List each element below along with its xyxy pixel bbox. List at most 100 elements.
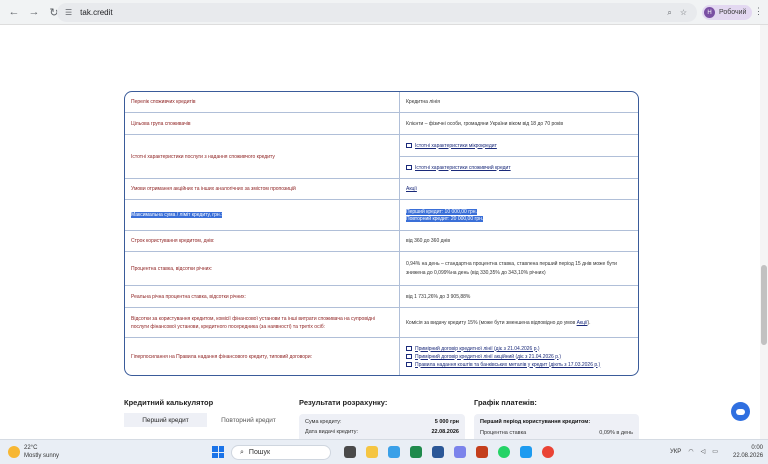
table-row: Строк користування кредитом, днів: від 3… (125, 231, 638, 252)
calculator-title: Кредитний калькулятор (124, 398, 214, 407)
document-icon (406, 362, 412, 367)
clock-time: 0:00 (751, 445, 764, 451)
page-scrollbar[interactable] (760, 25, 768, 439)
row-value: від 360 до 360 днів (406, 238, 451, 244)
document-icon (406, 165, 412, 170)
system-tray: УКР ◠ ◁ ▭ (670, 448, 718, 456)
results-box: Сума кредиту: 5 000 грн Дата видачі креди… (299, 414, 465, 439)
outlook-icon[interactable] (432, 446, 444, 458)
table-row: Істотні характеристики послуги з надання… (125, 135, 638, 179)
page-content: Перелік споживчих кредитів Кредитна ліні… (0, 25, 768, 439)
taskbar-search[interactable]: ⌕ Пошук (231, 445, 331, 460)
more-menu-icon[interactable]: ⋮ (754, 6, 763, 17)
schedule-title: Графік платежів: (474, 398, 537, 407)
profile-name: Робочий (719, 9, 747, 16)
schedule-box: Перший період користування кредитом: Про… (474, 414, 639, 439)
wifi-icon[interactable]: ◠ (688, 448, 693, 455)
row-label: Відсотки за користування кредитом, коміс… (125, 308, 400, 337)
microcredit-characteristics-link[interactable]: Істотні характеристики мікрокредит (406, 143, 497, 149)
volume-icon[interactable]: ◁ (701, 448, 706, 455)
rate-value: 0,09% в день (599, 430, 633, 436)
tab-first-credit[interactable]: Перший кредит (124, 413, 207, 427)
temperature: 22°C (24, 445, 38, 451)
document-icon (406, 346, 412, 351)
rules-link[interactable]: Правила надання коштів та банківських ме… (406, 362, 632, 368)
row-label: Гіперпосилання на Правила надання фінанс… (125, 338, 400, 375)
row-value-line: знижена до 0,099%на день (від 330,35% до… (406, 270, 546, 276)
store-icon[interactable] (388, 446, 400, 458)
chat-button[interactable] (731, 402, 750, 421)
table-row: Перелік споживчих кредитів Кредитна ліні… (125, 92, 638, 113)
weather-widget[interactable]: 22°C Mostly sunny (8, 444, 59, 460)
chat-icon (736, 408, 745, 415)
search-icon: ⌕ (240, 448, 244, 456)
chrome-icon[interactable] (542, 446, 554, 458)
loan-amount-value: 5 000 грн (434, 419, 459, 425)
table-row: Процентна ставка, відсотки річних: 0,94%… (125, 252, 638, 286)
task-view-icon[interactable] (344, 446, 356, 458)
profile-button[interactable]: Н Робочий (702, 5, 753, 20)
row-value: Комісія за видачу кредиту 15% (може бути… (406, 319, 591, 326)
row-label: Процентна ставка, відсотки річних: (125, 252, 400, 285)
sun-icon (8, 446, 20, 458)
table-row: Максимальна сума / ліміт кредиту, грн.: … (125, 200, 638, 231)
browser-toolbar: ← → ↻ ☰ tak.credit ⌕ ☆ Н Робочий ⋮ (0, 0, 768, 25)
site-info-icon[interactable]: ☰ (65, 8, 72, 17)
file-explorer-icon[interactable] (366, 446, 378, 458)
row-label: Строк користування кредитом, днів: (125, 231, 400, 251)
whatsapp-icon[interactable] (498, 446, 510, 458)
row-label: Умови отримання акційних та інших аналог… (125, 179, 400, 199)
tab-repeat-credit[interactable]: Повторний кредит (207, 413, 290, 427)
rate-label: Процентна ставка (480, 430, 527, 436)
forward-icon[interactable]: → (26, 4, 42, 20)
table-row: Цільова група споживачів Клієнти – фізич… (125, 113, 638, 135)
address-bar[interactable]: ☰ tak.credit ⌕ ☆ (57, 3, 697, 22)
row-label: Перелік споживчих кредитів (125, 92, 400, 112)
scrollbar-thumb[interactable] (761, 265, 767, 345)
edge-icon[interactable] (410, 446, 422, 458)
windows-taskbar: 22°C Mostly sunny ⌕ Пошук УКР ◠ ◁ ▭ 0:00… (0, 439, 768, 464)
windows-start-icon[interactable] (212, 446, 224, 458)
calculator-tabs: Перший кредит Повторний кредит (124, 413, 290, 427)
office-icon[interactable] (476, 446, 488, 458)
row-label: Істотні характеристики послуги з надання… (125, 135, 400, 178)
clock-date: 22.08.2026 (733, 453, 764, 459)
promotions-link[interactable]: Акції (406, 186, 632, 192)
bookmark-star-icon[interactable]: ☆ (680, 8, 687, 17)
issue-date-value: 22.08.2026 (431, 429, 459, 435)
repeat-credit-limit: Повторний кредит: 20 000,00 грн. (406, 215, 484, 222)
results-title: Результати розрахунку: (299, 398, 388, 407)
promotions-link[interactable]: Акції (577, 320, 588, 326)
table-row: Реальна річна процентна ставка, відсотки… (125, 286, 638, 308)
row-label: Цільова група споживачів (125, 113, 400, 134)
first-credit-limit: Перший кредит: 10 000,00 грн. (406, 208, 477, 215)
avatar: Н (704, 7, 715, 18)
promo-contract-link[interactable]: Примірний договір кредитної лінії акційн… (406, 354, 632, 360)
document-icon (406, 354, 412, 359)
telegram-icon[interactable] (520, 446, 532, 458)
schedule-subtitle: Перший період користування кредитом: (480, 419, 591, 425)
keyboard-language[interactable]: УКР (670, 449, 681, 455)
table-row: Умови отримання акційних та інших аналог… (125, 179, 638, 200)
back-icon[interactable]: ← (6, 4, 22, 20)
table-row: Гіперпосилання на Правила надання фінанс… (125, 338, 638, 375)
weather-text: Mostly sunny (24, 453, 60, 459)
credit-info-table: Перелік споживчих кредитів Кредитна ліні… (124, 91, 639, 376)
row-value: Кредитна лінія (406, 99, 440, 105)
contract-link[interactable]: Примірний договір кредитної лінії (діє з… (406, 346, 632, 352)
consumer-credit-characteristics-link[interactable]: Істотні характеристики споживчий кредит (406, 165, 511, 171)
clock[interactable]: 0:00 22.08.2026 (733, 444, 763, 460)
row-value-line: 0,94% на день – стандартна процентна ста… (406, 261, 617, 267)
issue-date-label: Дата видачі кредиту: (305, 429, 359, 435)
battery-icon[interactable]: ▭ (712, 448, 718, 455)
document-icon (406, 143, 412, 148)
loan-amount-label: Сума кредиту: (305, 419, 342, 425)
search-placeholder: Пошук (248, 449, 271, 456)
zoom-icon[interactable]: ⌕ (667, 8, 671, 18)
row-label: Максимальна сума / ліміт кредиту, грн.: (131, 212, 223, 218)
row-label: Реальна річна процентна ставка, відсотки… (125, 286, 400, 307)
row-value: від 1 731,26% до 3 905,88% (406, 293, 471, 300)
url-text[interactable]: tak.credit (80, 8, 112, 17)
row-value: Клієнти – фізичні особи, громадяни Украї… (406, 120, 564, 127)
teams-icon[interactable] (454, 446, 466, 458)
